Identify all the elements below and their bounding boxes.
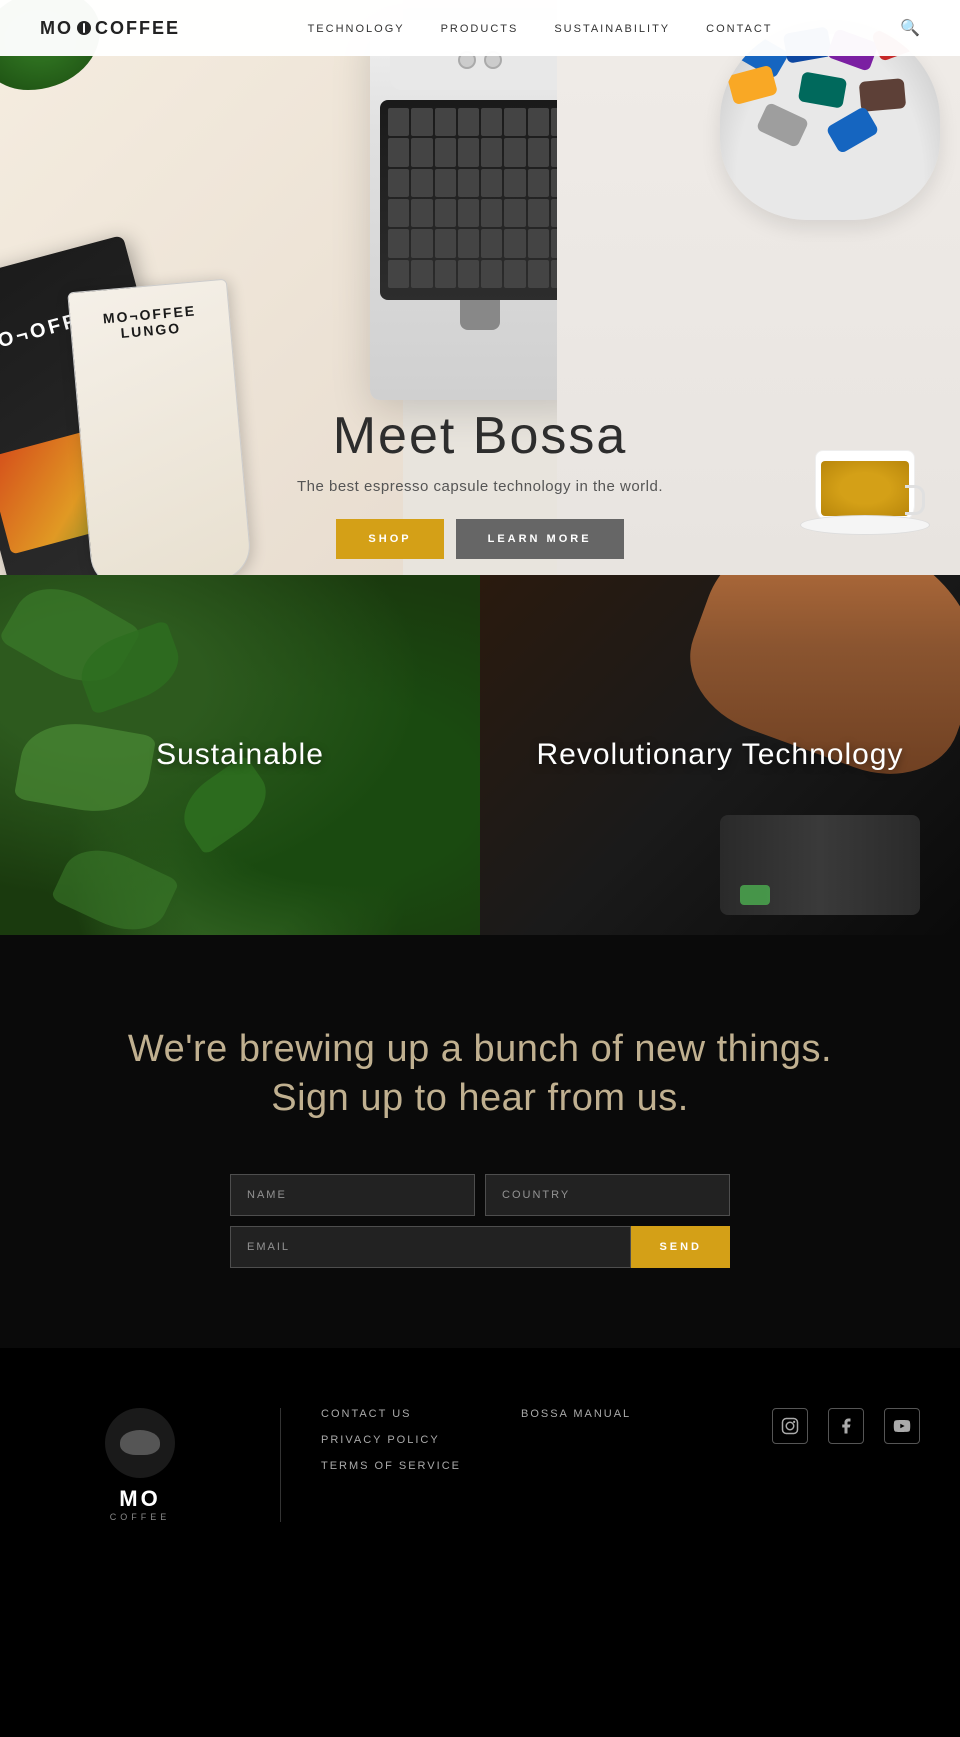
- nav-links: TECHNOLOGY PRODUCTS SUSTAINABILITY CONTA…: [308, 19, 773, 37]
- youtube-icon[interactable]: [884, 1408, 920, 1444]
- bossa-manual-link[interactable]: BOSSA MANUAL: [521, 1408, 631, 1420]
- learn-more-button[interactable]: LEARN MORE: [456, 519, 624, 559]
- footer-center: CONTACT US PRIVACY POLICY TERMS OF SERVI…: [321, 1408, 772, 1472]
- instagram-icon[interactable]: [772, 1408, 808, 1444]
- logo-bean-icon: [77, 21, 91, 35]
- machine-body: [380, 100, 580, 300]
- nav-products[interactable]: PRODUCTS: [441, 23, 519, 35]
- signup-form: SEND: [230, 1174, 730, 1268]
- site-logo[interactable]: MO COFFEE: [40, 18, 180, 39]
- hero-subtitle: The best espresso capsule technology in …: [0, 478, 960, 495]
- footer-links: CONTACT US PRIVACY POLICY TERMS OF SERVI…: [321, 1408, 461, 1472]
- footer-social: [772, 1408, 920, 1444]
- sustainable-panel[interactable]: Sustainable: [0, 575, 480, 935]
- name-input[interactable]: [230, 1174, 475, 1216]
- hero-title: Meet Bossa: [0, 406, 960, 466]
- hero-text-block: Meet Bossa The best espresso capsule tec…: [0, 406, 960, 495]
- send-button[interactable]: SEND: [631, 1226, 730, 1268]
- sustainable-label: Sustainable: [156, 738, 324, 772]
- footer-logo-sub: COFFEE: [110, 1512, 171, 1522]
- nav-technology[interactable]: TECHNOLOGY: [308, 23, 405, 35]
- footer-contact-link[interactable]: CONTACT US: [321, 1408, 461, 1420]
- footer-logo-text: MO: [119, 1486, 160, 1512]
- nav-sustainability[interactable]: SUSTAINABILITY: [554, 23, 670, 35]
- logo-mo: MO: [40, 18, 73, 39]
- email-input[interactable]: [230, 1226, 631, 1268]
- machine-spout: [460, 300, 500, 330]
- machine-grid: [380, 100, 580, 300]
- form-row-1: [230, 1174, 730, 1216]
- device-decoration: [720, 815, 920, 915]
- country-input[interactable]: [485, 1174, 730, 1216]
- navbar: MO COFFEE TECHNOLOGY PRODUCTS SUSTAINABI…: [0, 0, 960, 56]
- form-row-2: SEND: [230, 1226, 730, 1268]
- technology-panel[interactable]: Revolutionary Technology: [480, 575, 960, 935]
- footer-divider: [280, 1408, 281, 1522]
- footer: MO COFFEE CONTACT US PRIVACY POLICY TERM…: [0, 1348, 960, 1562]
- footer-privacy-link[interactable]: PRIVACY POLICY: [321, 1434, 461, 1446]
- footer-logo-area: MO COFFEE: [40, 1408, 240, 1522]
- signup-section: We're brewing up a bunch of new things. …: [0, 935, 960, 1348]
- footer-terms-link[interactable]: TERMS OF SERVICE: [321, 1460, 461, 1472]
- search-icon[interactable]: 🔍: [900, 18, 920, 38]
- hero-section: Meet Bossa The best espresso capsule tec…: [0, 0, 960, 575]
- hero-buttons: SHOP LEARN MORE: [0, 519, 960, 559]
- signup-heading: We're brewing up a bunch of new things. …: [40, 1025, 920, 1124]
- footer-logo-icon: [105, 1408, 175, 1478]
- feature-panels: Sustainable Revolutionary Technology: [0, 575, 960, 935]
- technology-label: Revolutionary Technology: [537, 738, 904, 772]
- shop-button[interactable]: SHOP: [336, 519, 443, 559]
- nav-contact[interactable]: CONTACT: [706, 23, 772, 35]
- logo-coffee: COFFEE: [95, 18, 180, 39]
- device-light: [740, 885, 770, 905]
- facebook-icon[interactable]: [828, 1408, 864, 1444]
- footer-extras: BOSSA MANUAL: [521, 1408, 631, 1472]
